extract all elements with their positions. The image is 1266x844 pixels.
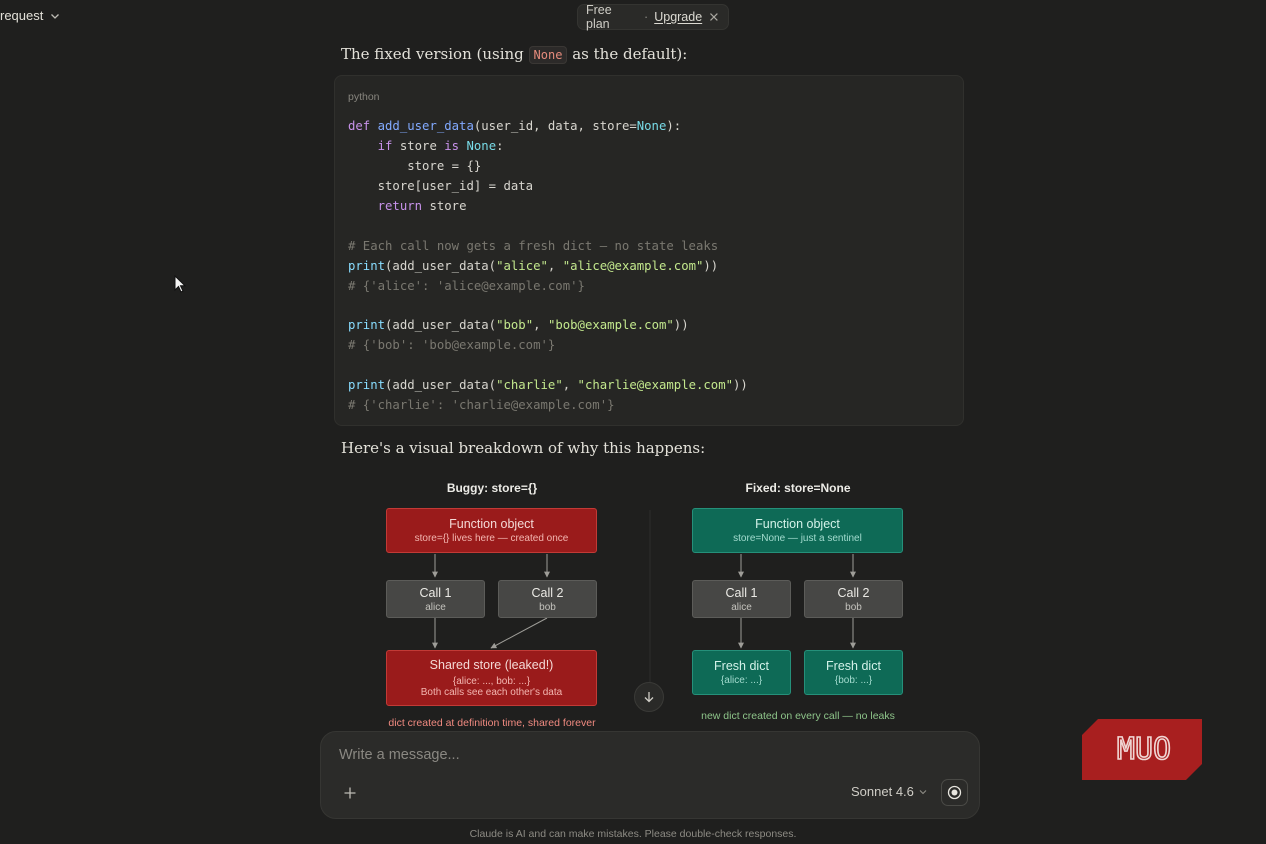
chat-title-text: request	[0, 8, 44, 23]
code-line: # {'bob': 'bob@example.com'}	[348, 338, 556, 353]
fixed-function-title: Function object	[755, 517, 840, 531]
buggy-call2-box: Call 2 bob	[498, 580, 597, 618]
fixed-call2-sub: bob	[845, 601, 862, 613]
message-composer: Sonnet 4.6	[320, 731, 980, 819]
buggy-call2-sub: bob	[539, 601, 556, 613]
chevron-down-icon	[51, 13, 60, 19]
code-block: python def add_user_data(user_id, data, …	[334, 75, 964, 426]
plan-label: Free plan	[586, 3, 612, 31]
buggy-function-box: Function object store={} lives here — cr…	[386, 508, 597, 553]
model-name: Sonnet 4.6	[851, 784, 914, 799]
plan-banner: Free plan · Upgrade	[577, 3, 729, 31]
plus-icon	[344, 787, 356, 799]
intro-text-before: The fixed version (using	[341, 45, 529, 63]
buggy-arrow-call2-store	[490, 617, 548, 649]
attach-button[interactable]	[339, 782, 361, 804]
inline-code-none: None	[528, 46, 568, 64]
fixed-call1-box: Call 1 alice	[692, 580, 791, 618]
fixed-call1-title: Call 1	[725, 585, 758, 600]
code-line: # Each call now gets a fresh dict — no s…	[348, 238, 719, 253]
code-line: print(add_user_data("bob", "bob@example.…	[348, 318, 689, 333]
fixed-function-sub: store=None — just a sentinel	[733, 533, 862, 544]
ai-disclaimer: Claude is AI and can make mistakes. Plea…	[469, 828, 797, 840]
message-input[interactable]	[339, 747, 899, 763]
buggy-function-title: Function object	[449, 517, 534, 531]
fixed-call2-box: Call 2 bob	[804, 580, 903, 618]
fixed-title: Fixed: store=None	[745, 481, 851, 495]
buggy-store-sub2: Both calls see each other's data	[420, 687, 563, 698]
buggy-caption: dict created at definition time, shared …	[388, 717, 596, 729]
breakdown-heading: Here's a visual breakdown of why this ha…	[341, 439, 706, 457]
buggy-shared-store-box: Shared store (leaked!) {alice: ..., bob:…	[386, 650, 597, 706]
buggy-call2-title: Call 2	[531, 585, 564, 600]
buggy-call1-title: Call 1	[419, 585, 452, 600]
code-line: store = {}	[348, 158, 482, 173]
code-language-label: python	[348, 91, 380, 103]
code-line: return store	[377, 198, 467, 213]
code-line: print(add_user_data("charlie", "charlie@…	[348, 378, 748, 393]
code-line: print(add_user_data("alice", "alice@exam…	[348, 258, 719, 273]
buggy-title: Buggy: store={}	[446, 481, 538, 495]
fixed-dict1-title: Fresh dict	[714, 659, 769, 673]
model-selector[interactable]: Sonnet 4.6	[851, 784, 928, 799]
fixed-dict1-sub: {alice: ...}	[720, 675, 763, 686]
chevron-down-icon	[919, 789, 927, 794]
chat-title-menu[interactable]: request	[0, 8, 61, 23]
code-line: # {'charlie': 'charlie@example.com'}	[348, 398, 615, 413]
fixed-function-box: Function object store=None — just a sent…	[692, 508, 903, 553]
fixed-call1-sub: alice	[731, 601, 752, 613]
code-line: if store is None:	[377, 138, 504, 153]
code-line: # {'alice': 'alice@example.com'}	[348, 278, 585, 293]
message-intro: The fixed version (using None as the def…	[341, 45, 688, 64]
fixed-call2-title: Call 2	[837, 585, 870, 600]
plan-separator: ·	[644, 10, 649, 24]
voice-mode-icon	[947, 785, 962, 800]
voice-mode-button[interactable]	[941, 779, 968, 806]
buggy-store-title: Shared store (leaked!)	[429, 658, 554, 672]
scroll-to-bottom-button[interactable]	[634, 682, 664, 712]
buggy-store-sub1: {alice: ..., bob: ...}	[452, 676, 531, 687]
intro-text-after: as the default):	[567, 45, 688, 63]
fixed-dict2-box: Fresh dict {bob: ...}	[804, 650, 903, 695]
muo-watermark-logo: MUO	[1082, 719, 1202, 780]
upgrade-link[interactable]: Upgrade	[654, 10, 702, 24]
fixed-dict1-box: Fresh dict {alice: ...}	[692, 650, 791, 695]
buggy-call1-sub: alice	[425, 601, 446, 613]
arrow-down-icon	[644, 692, 654, 703]
close-icon[interactable]	[708, 11, 720, 23]
mouse-pointer-icon	[174, 275, 186, 293]
code-line: def add_user_data(user_id, data, store=N…	[348, 119, 682, 133]
fixed-caption: new dict created on every call — no leak…	[701, 710, 895, 722]
buggy-function-sub: store={} lives here — created once	[414, 533, 569, 544]
code-content: def add_user_data(user_id, data, store=N…	[348, 117, 748, 416]
watermark-text: MUO	[1117, 732, 1171, 767]
fixed-dict2-sub: {bob: ...}	[834, 675, 873, 686]
fixed-dict2-title: Fresh dict	[826, 659, 881, 673]
buggy-call1-box: Call 1 alice	[386, 580, 485, 618]
code-line: store[user_id] = data	[348, 178, 534, 193]
